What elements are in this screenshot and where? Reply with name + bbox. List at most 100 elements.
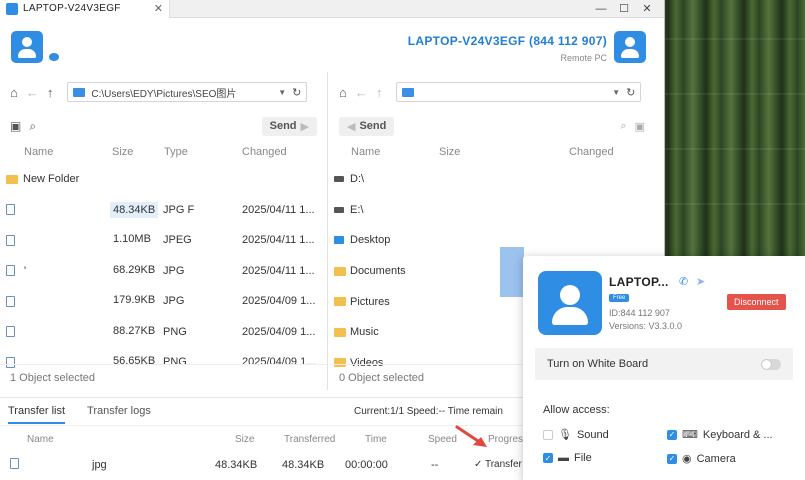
table-row[interactable]: 88.27KB PNG 2025/04/09 1... xyxy=(0,317,327,348)
chevron-down-icon[interactable]: ▼ xyxy=(278,88,286,97)
file-name: Documents xyxy=(350,265,406,278)
transfer-progress: ✓ Transfer xyxy=(474,459,522,470)
close-icon[interactable]: ✕ xyxy=(640,2,654,15)
background-window-fragment xyxy=(500,247,524,297)
maximize-icon[interactable]: ☐ xyxy=(617,2,631,15)
pin-icon[interactable]: ➤ xyxy=(696,275,705,288)
col-name[interactable]: Name xyxy=(24,146,53,158)
microphone-icon: 🎙 xyxy=(558,429,572,441)
chevron-down-icon[interactable]: ▼ xyxy=(612,88,620,97)
send-button[interactable]: Send ▶ xyxy=(261,116,317,136)
allow-access-label: Allow access: xyxy=(543,404,610,416)
window-controls: — ☐ ✕ xyxy=(594,2,664,16)
local-column-header: Name Size Type Changed xyxy=(0,140,327,164)
tab-transfer-logs[interactable]: Transfer logs xyxy=(87,405,151,417)
checkbox[interactable]: ✓ xyxy=(667,453,677,464)
search-icon[interactable]: ⌕ xyxy=(29,119,36,134)
folder-icon xyxy=(334,266,346,276)
table-row[interactable]: Desktop xyxy=(329,225,655,256)
remote-action-bar: ◀ Send ⌕ ▣ xyxy=(329,112,655,140)
col-size: Size xyxy=(235,434,255,445)
col-type[interactable]: Type xyxy=(164,146,188,158)
table-row[interactable]: 48.34KB JPG F 2025/04/11 1... xyxy=(0,195,327,226)
whiteboard-toggle[interactable] xyxy=(761,358,781,370)
refresh-icon[interactable]: ↻ xyxy=(292,86,301,99)
search-icon[interactable]: ⌕ xyxy=(620,120,626,133)
table-row[interactable]: 1.10MB JPEG 2025/04/11 1... xyxy=(0,225,327,256)
remote-path-field[interactable]: ▼ ↻ xyxy=(396,82,642,102)
arrow-left-icon: ◀ xyxy=(347,120,356,133)
send-button-label: Send xyxy=(269,120,297,132)
table-row[interactable]: ' 68.29KB JPG 2025/04/11 1... xyxy=(0,256,327,287)
remote-avatar[interactable] xyxy=(614,31,646,63)
checkbox[interactable] xyxy=(543,429,553,440)
file-size: 68.29KB xyxy=(113,263,156,276)
remote-device-avatar xyxy=(538,271,602,335)
local-avatar[interactable] xyxy=(11,31,43,63)
tab-close-icon[interactable]: ✕ xyxy=(154,2,163,15)
permission-file[interactable]: ✓ ▬ File xyxy=(543,452,592,464)
col-size[interactable]: Size xyxy=(439,146,460,158)
permission-label: Keyboard & ... xyxy=(702,428,773,441)
desktop-icon xyxy=(334,236,344,245)
table-row[interactable]: E:\ xyxy=(329,195,655,226)
home-icon[interactable]: ⌂ xyxy=(10,85,18,100)
folder-icon xyxy=(334,297,346,307)
local-nav-bar: ⌂ ← ↑ C:\Users\EDY\Pictures\SEO图片 ▼ ↻ xyxy=(0,72,327,112)
permission-camera[interactable]: ✓ ◉ Camera xyxy=(667,452,736,465)
back-arrow-icon[interactable]: ← xyxy=(26,85,39,100)
col-name[interactable]: Name xyxy=(351,146,380,158)
col-progress: Progres xyxy=(488,434,524,445)
new-folder-icon[interactable]: ▣ xyxy=(635,120,645,133)
folder-icon: ▬ xyxy=(558,452,569,464)
whiteboard-label: Turn on White Board xyxy=(547,358,649,370)
back-arrow-icon[interactable]: ← xyxy=(355,85,368,100)
home-icon[interactable]: ⌂ xyxy=(339,85,347,100)
local-path-text: C:\Users\EDY\Pictures\SEO图片 xyxy=(91,88,237,100)
up-arrow-icon[interactable]: ↑ xyxy=(47,85,54,100)
permission-keyboard[interactable]: ✓ ⌨ Keyboard & ... xyxy=(667,428,773,441)
table-row[interactable]: D:\ xyxy=(329,164,655,195)
tab-remote-session[interactable]: LAPTOP-V24V3EGF ✕ xyxy=(0,0,170,18)
transfer-transferred: 48.34KB xyxy=(282,459,325,471)
minimize-icon[interactable]: — xyxy=(594,3,608,15)
col-changed[interactable]: Changed xyxy=(569,146,614,158)
arrow-right-icon: ▶ xyxy=(300,120,309,133)
folder-icon xyxy=(334,327,346,337)
phone-icon[interactable]: ✆ xyxy=(679,275,688,288)
file-size: 88.27KB xyxy=(113,324,156,337)
tab-transfer-list[interactable]: Transfer list xyxy=(8,405,66,424)
local-path-field[interactable]: C:\Users\EDY\Pictures\SEO图片 ▼ ↻ xyxy=(67,82,308,102)
file-size: 48.34KB xyxy=(110,201,159,218)
col-size[interactable]: Size xyxy=(112,146,133,158)
refresh-icon[interactable]: ↻ xyxy=(626,86,635,99)
file-changed: 2025/04/09 1... xyxy=(242,295,316,308)
file-changed: 2025/04/09 1... xyxy=(242,325,316,338)
col-changed[interactable]: Changed xyxy=(242,146,287,158)
table-row[interactable]: 179.9KB JPG 2025/04/09 1... xyxy=(0,286,327,317)
file-type: PNG xyxy=(163,325,187,338)
file-name: Desktop xyxy=(350,234,391,247)
checkbox[interactable]: ✓ xyxy=(543,453,553,463)
new-folder-icon[interactable]: ▣ xyxy=(10,119,21,133)
up-arrow-icon[interactable]: ↑ xyxy=(376,85,383,100)
disconnect-button[interactable]: Disconnect xyxy=(727,294,786,310)
remote-nav-bar: ⌂ ← ↑ ▼ ↻ xyxy=(329,72,655,112)
file-changed: 2025/04/11 1... xyxy=(242,234,315,247)
send-remote-button[interactable]: ◀ Send xyxy=(339,116,395,136)
remote-pc-label: Remote PC xyxy=(560,53,607,63)
app-logo-icon xyxy=(6,2,18,15)
permission-sound[interactable]: 🎙 Sound xyxy=(543,428,609,441)
local-file-list: New Folder 48.34KB JPG F 2025/04/11 1... 1.1… xyxy=(0,164,327,376)
permission-label: File xyxy=(574,452,592,464)
file-type: JPG F xyxy=(163,203,195,216)
popup-version: Versions: V3.3.0.0 xyxy=(609,321,683,331)
file-icon xyxy=(6,204,15,216)
local-action-bar: ▣ ⌕ Send ▶ xyxy=(0,112,327,140)
file-name: E:\ xyxy=(350,203,364,216)
file-changed: 2025/04/11 1... xyxy=(242,203,315,216)
table-row[interactable]: New Folder xyxy=(0,164,327,195)
local-status: 1 Object selected xyxy=(0,364,327,390)
checkbox[interactable]: ✓ xyxy=(667,429,677,440)
popup-device-name: LAPTOP... xyxy=(609,275,669,289)
